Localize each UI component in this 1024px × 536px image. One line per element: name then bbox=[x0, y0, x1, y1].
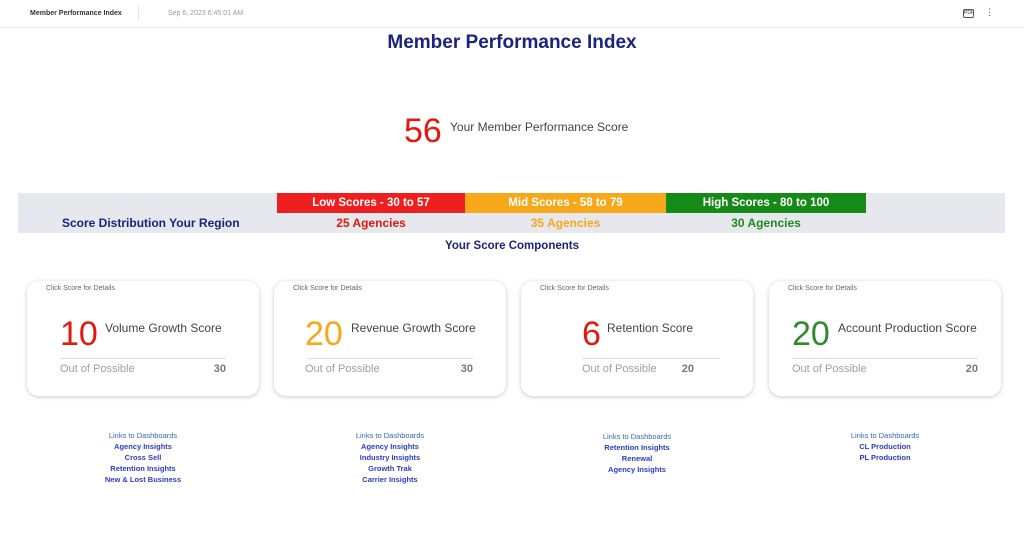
card-hint: Click Score for Details bbox=[540, 285, 609, 292]
card-hint: Click Score for Details bbox=[293, 285, 362, 292]
link-agency-insights[interactable]: Agency Insights bbox=[27, 441, 259, 452]
link-cross-sell[interactable]: Cross Sell bbox=[27, 452, 259, 463]
link-growth-trak[interactable]: Growth Trak bbox=[274, 463, 506, 474]
link-renewal[interactable]: Renewal bbox=[521, 453, 753, 464]
out-of-possible-label: Out of Possible bbox=[792, 363, 867, 375]
possible-score-value: 20 bbox=[965, 363, 978, 375]
link-carrier-insights[interactable]: Carrier Insights bbox=[274, 474, 506, 485]
mid-scores-count: 35 Agencies bbox=[530, 216, 601, 230]
card-hint: Click Score for Details bbox=[46, 285, 115, 292]
account-production-card[interactable]: Click Score for Details 20 Account Produ… bbox=[769, 281, 1001, 396]
revenue-growth-card[interactable]: Click Score for Details 20 Revenue Growt… bbox=[274, 281, 506, 396]
account-production-score-value[interactable]: 20 bbox=[792, 314, 830, 354]
dashboard-links-retention: Links to Dashboards Retention Insights R… bbox=[521, 431, 753, 475]
out-of-possible-label: Out of Possible bbox=[582, 363, 657, 375]
revenue-growth-score-label: Revenue Growth Score bbox=[351, 321, 476, 335]
dashboard-links-account-production: Links to Dashboards CL Production PL Pro… bbox=[769, 430, 1001, 463]
retention-score-value[interactable]: 6 bbox=[582, 314, 601, 354]
more-options-icon[interactable]: ⋮ bbox=[985, 7, 994, 17]
card-divider bbox=[582, 358, 720, 359]
report-timestamp: Sep 6, 2023 6:45:01 AM bbox=[168, 10, 244, 17]
link-industry-insights[interactable]: Industry Insights bbox=[274, 452, 506, 463]
volume-growth-card[interactable]: Click Score for Details 10 Volume Growth… bbox=[27, 281, 259, 396]
score-distribution-label: Score Distribution Your Region bbox=[62, 216, 240, 230]
high-scores-range: High Scores - 80 to 100 bbox=[666, 193, 866, 213]
possible-score-value: 20 bbox=[681, 363, 694, 375]
link-cl-production[interactable]: CL Production bbox=[769, 441, 1001, 452]
member-performance-score-value[interactable]: 56 bbox=[404, 112, 442, 150]
link-agency-insights[interactable]: Agency Insights bbox=[274, 441, 506, 452]
out-of-possible-label: Out of Possible bbox=[60, 363, 135, 375]
mid-scores-range: Mid Scores - 58 to 79 bbox=[465, 193, 666, 213]
link-pl-production[interactable]: PL Production bbox=[769, 452, 1001, 463]
link-new-lost-business[interactable]: New & Lost Business bbox=[27, 474, 259, 485]
high-scores-count: 30 Agencies bbox=[731, 216, 801, 230]
card-divider bbox=[792, 358, 978, 359]
member-performance-score-label: Your Member Performance Score bbox=[450, 120, 629, 134]
account-production-score-label: Account Production Score bbox=[838, 321, 977, 335]
report-name: Member Performance Index bbox=[30, 10, 122, 17]
low-scores-count: 25 Agencies bbox=[336, 216, 406, 230]
top-bar: Member Performance Index Sep 6, 2023 6:4… bbox=[0, 0, 1024, 28]
card-hint: Click Score for Details bbox=[788, 285, 857, 292]
volume-growth-score-label: Volume Growth Score bbox=[105, 321, 222, 335]
volume-growth-score-value[interactable]: 10 bbox=[60, 314, 98, 354]
export-pdf-icon[interactable]: PDF bbox=[963, 9, 974, 18]
links-heading: Links to Dashboards bbox=[602, 432, 672, 441]
link-retention-insights[interactable]: Retention Insights bbox=[521, 442, 753, 453]
retention-card[interactable]: Click Score for Details 6 Retention Scor… bbox=[521, 281, 753, 396]
link-retention-insights[interactable]: Retention Insights bbox=[27, 463, 259, 474]
low-scores-range: Low Scores - 30 to 57 bbox=[277, 193, 465, 213]
dashboard-links-revenue: Links to Dashboards Agency Insights Indu… bbox=[274, 430, 506, 485]
links-heading: Links to Dashboards bbox=[108, 431, 178, 440]
card-divider bbox=[307, 358, 473, 359]
dashboard-links-volume: Links to Dashboards Agency Insights Cros… bbox=[27, 430, 259, 485]
revenue-growth-score-value[interactable]: 20 bbox=[305, 314, 343, 354]
link-agency-insights[interactable]: Agency Insights bbox=[521, 464, 753, 475]
top-bar-divider bbox=[138, 6, 139, 20]
possible-score-value: 30 bbox=[460, 363, 473, 375]
score-components-title: Your Score Components bbox=[445, 240, 579, 252]
out-of-possible-label: Out of Possible bbox=[305, 363, 380, 375]
links-heading: Links to Dashboards bbox=[850, 431, 920, 440]
possible-score-value: 30 bbox=[213, 363, 226, 375]
retention-score-label: Retention Score bbox=[607, 321, 694, 335]
links-heading: Links to Dashboards bbox=[355, 431, 425, 440]
card-divider bbox=[60, 358, 226, 359]
page-title: Member Performance Index bbox=[387, 32, 637, 53]
